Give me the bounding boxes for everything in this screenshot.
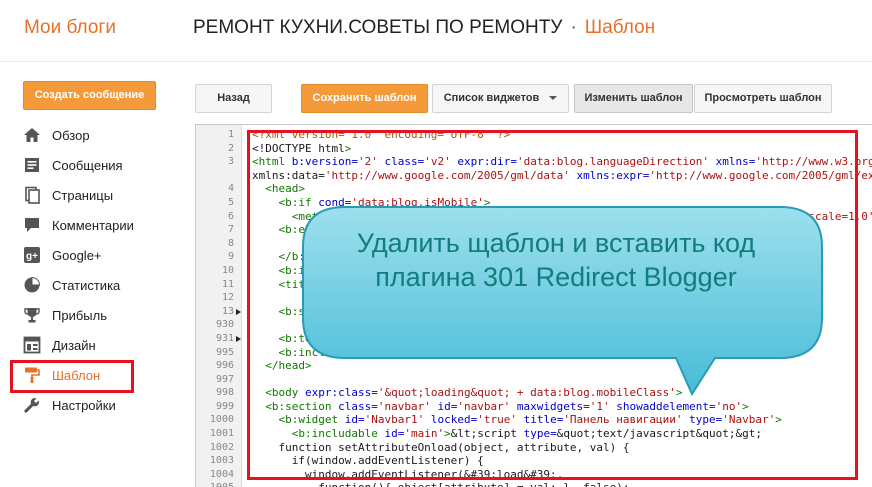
layout-icon [23,336,41,354]
fold-arrow-icon[interactable] [236,308,241,315]
blog-title[interactable]: РЕМОНТ КУХНИ.СОВЕТЫ ПО РЕМОНТУ [193,17,562,38]
breadcrumb: РЕМОНТ КУХНИ.СОВЕТЫ ПО РЕМОНТУ · Шаблон [193,17,655,39]
template-toolbar: Назад Сохранить шаблон Список виджетов И… [0,84,872,114]
sidebar-item-earnings[interactable]: Прибыль [0,300,180,330]
line-number: 9 [227,251,234,263]
line-number: 1002 [209,441,234,453]
line-number: 997 [215,373,234,385]
line-number: 10 [221,264,234,276]
line-number: 1 [227,129,234,140]
save-template-button[interactable]: Сохранить шаблон [301,84,428,113]
line-number: 5 [227,196,234,208]
comment-icon [23,216,41,234]
line-number: 1004 [209,468,234,480]
widgets-dropdown[interactable]: Список виджетов [432,84,569,113]
sidebar-item-pages[interactable]: Страницы [0,180,180,210]
widgets-dropdown-label: Список виджетов [443,92,540,104]
preview-template-button[interactable]: Просмотреть шаблон [694,84,832,113]
code-text: function(){ object[attribute] = val; }, … [252,481,629,487]
google-plus-icon: g+ [23,246,41,264]
page-title: Шаблон [584,17,656,38]
svg-text:g+: g+ [26,251,38,262]
sidebar-item-label: Обзор [52,127,90,143]
line-number: 995 [215,346,234,358]
trophy-icon [23,306,41,324]
sidebar-item-overview[interactable]: Обзор [0,120,180,150]
sidebar-item-posts[interactable]: Сообщения [0,150,180,180]
callout-text: Удалить щаблон и вставить код плагина 30… [356,228,756,292]
line-number: 8 [227,237,234,249]
sidebar-item-label: Статистика [52,277,121,293]
line-number: 1000 [209,414,234,426]
pie-chart-icon [23,276,41,294]
line-number: 7 [227,224,234,236]
line-number: 4 [227,183,234,195]
line-number: 999 [215,400,234,412]
edit-template-button[interactable]: Изменить шаблон [574,84,693,113]
fold-arrow-icon[interactable] [236,335,241,342]
line-number: 930 [215,319,234,331]
chevron-down-icon [549,96,558,101]
sidebar-item-label: Прибыль [52,307,107,323]
line-number: 1001 [209,428,234,440]
home-icon [23,126,41,144]
template-item-highlight [10,360,134,393]
posts-icon [23,156,41,174]
code-highlight-box [247,130,858,480]
sidebar-item-layout[interactable]: Дизайн [0,330,180,360]
sidebar-item-label: Настройки [52,397,116,413]
line-number: 12 [221,292,234,304]
code-line[interactable]: 1005 function(){ object[attribute] = val… [196,481,872,487]
line-number: 996 [215,360,234,372]
line-number: 6 [227,210,234,222]
my-blogs-link[interactable]: Мои блоги [24,17,116,39]
sidebar-item-google-plus[interactable]: g+ Google+ [0,240,180,270]
sidebar-item-stats[interactable]: Статистика [0,270,180,300]
back-button[interactable]: Назад [195,84,272,113]
pages-icon [23,186,41,204]
line-number: 998 [215,387,234,399]
sidebar-item-comments[interactable]: Комментарии [0,210,180,240]
line-number: 13 [221,305,234,317]
top-bar: Мои блоги РЕМОНТ КУХНИ.СОВЕТЫ ПО РЕМОНТУ… [0,0,872,62]
line-number: 1005 [196,481,234,487]
line-number: 3 [227,156,234,168]
wrench-icon [23,396,41,414]
sidebar-item-label: Дизайн [52,337,96,353]
line-number: 1003 [209,455,234,467]
sidebar-item-label: Google+ [52,247,102,263]
line-number: 2 [227,142,234,154]
line-number: 931 [215,332,234,344]
sidebar-item-label: Сообщения [52,157,123,173]
sidebar-item-label: Комментарии [52,217,134,233]
sidebar-item-settings[interactable]: Настройки [0,390,180,420]
sidebar-item-label: Страницы [52,187,114,203]
line-number: 11 [221,278,234,290]
breadcrumb-separator: · [570,17,577,38]
